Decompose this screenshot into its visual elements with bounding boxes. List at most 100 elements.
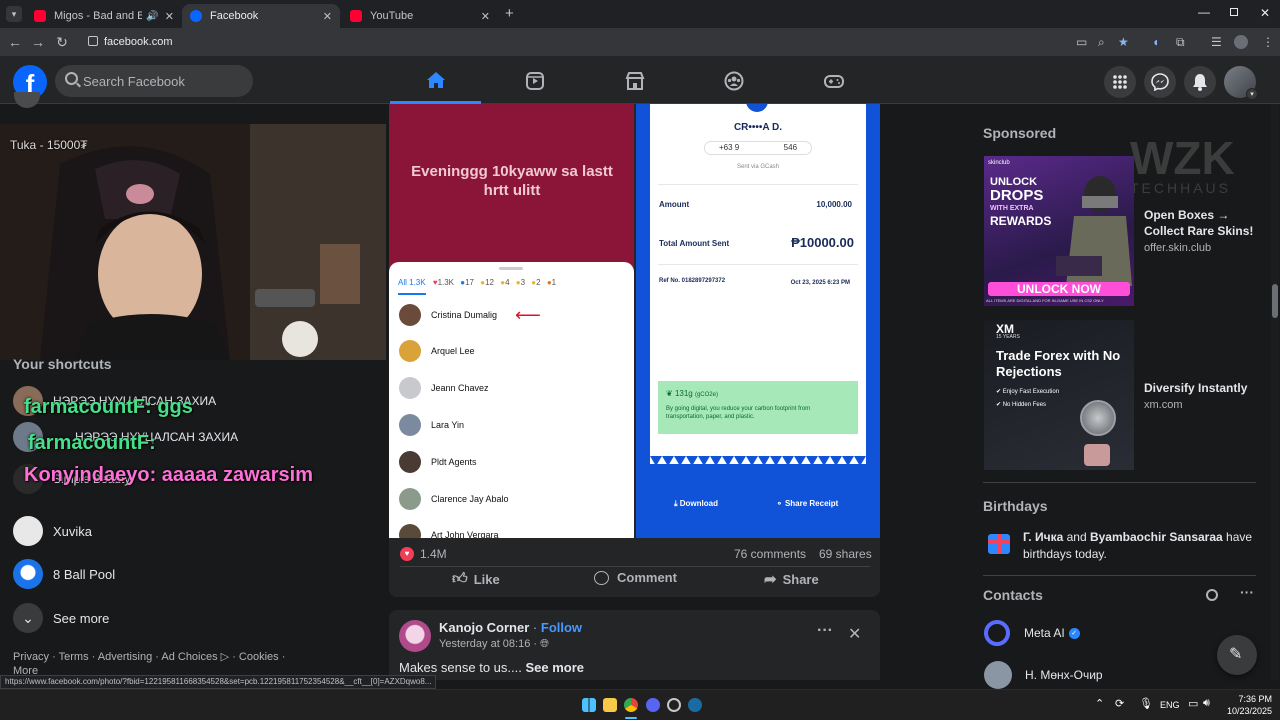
tab-sad[interactable]: 2 — [536, 278, 540, 287]
shares-count[interactable]: 69 shares — [819, 547, 872, 561]
terms-link[interactable]: Terms — [59, 651, 89, 663]
share-button[interactable]: ➦ Share — [764, 570, 819, 588]
tab-haha[interactable]: 4 — [505, 278, 509, 287]
extensions-puzzle-icon[interactable]: ⧉ — [1176, 35, 1185, 50]
tab-angry[interactable]: 1 — [552, 278, 556, 287]
reactor-row[interactable]: Art John Vergara — [399, 524, 499, 538]
close-window-button[interactable]: ✕ — [1260, 6, 1270, 20]
tab-heart[interactable]: 1.3K — [438, 278, 454, 287]
gaming-icon[interactable] — [824, 71, 844, 91]
privacy-link[interactable]: Privacy — [13, 651, 49, 663]
shortcut-item[interactable]: Xuvika — [13, 516, 92, 546]
network-icon[interactable]: ▭ — [1188, 697, 1198, 710]
marketplace-icon[interactable] — [625, 71, 645, 91]
address-bar[interactable]: facebook.com — [82, 30, 1142, 54]
ad-title[interactable]: Open Boxes → Collect Rare Skins! — [1144, 207, 1270, 239]
scrollbar-thumb[interactable] — [1272, 284, 1278, 318]
clock[interactable]: 7:36 PM 10/23/2025 — [1222, 693, 1272, 717]
reactor-row[interactable]: Lara Yin — [399, 414, 464, 436]
bookmark-star-icon[interactable]: ★ — [1118, 35, 1129, 49]
profile-avatar[interactable] — [1234, 35, 1248, 49]
see-more-link[interactable]: See more — [525, 660, 584, 675]
back-button[interactable]: ← — [6, 34, 24, 50]
shortcut-item[interactable]: 8 Ball Pool — [13, 559, 115, 589]
reactor-row[interactable]: Pldt Agents — [399, 451, 477, 473]
ad-title[interactable]: Diversify Instantly — [1144, 380, 1270, 396]
post-image-left[interactable]: Eveninggg 10kyaww sa lastt hrtt ulitt Al… — [389, 104, 634, 538]
menu-kebab-icon[interactable]: ⋮ — [1262, 35, 1274, 49]
ad-url[interactable]: offer.skin.club — [1144, 242, 1211, 254]
notifications-button[interactable] — [1184, 66, 1216, 98]
tab-search-button[interactable]: ▾ — [6, 6, 22, 22]
new-tab-button[interactable]: + — [505, 5, 514, 22]
comments-count[interactable]: 76 comments — [734, 547, 806, 561]
file-explorer-icon[interactable] — [603, 698, 617, 712]
menu-button[interactable] — [1104, 66, 1136, 98]
tray-chevron-icon[interactable]: ⌃ — [1095, 697, 1104, 710]
close-tab-icon[interactable]: ✕ — [165, 10, 174, 23]
tab-all[interactable]: All 1.3K — [398, 278, 426, 287]
nav-home[interactable] — [390, 56, 481, 104]
reactor-row[interactable]: Cristina Dumalig ⟵ — [399, 304, 541, 326]
post-options-icon[interactable]: ··· — [817, 622, 833, 640]
ad-image-skinclub[interactable]: skinclub UNLOCK DROPS WITH EXTRA REWARDS… — [984, 156, 1134, 306]
extension-icon[interactable]: ◖ — [1152, 35, 1159, 49]
video-icon[interactable] — [525, 71, 545, 91]
reactor-row[interactable]: Jeann Chavez — [399, 377, 489, 399]
tab-facebook[interactable]: Facebook ✕ — [182, 4, 340, 28]
author-name[interactable]: Kanojo Corner — [439, 620, 529, 635]
reactor-row[interactable]: Arquel Lee — [399, 340, 475, 362]
share-receipt-button[interactable]: ⚬ Share Receipt — [776, 499, 838, 508]
discord-icon[interactable] — [646, 698, 660, 712]
contacts-search-icon[interactable] — [1206, 589, 1218, 601]
close-tab-icon[interactable]: ✕ — [481, 10, 490, 23]
hide-post-icon[interactable]: ✕ — [848, 624, 861, 644]
messenger-button[interactable] — [1144, 66, 1176, 98]
zoom-icon[interactable]: ⌕ — [1098, 35, 1105, 50]
like-button[interactable]: 👍︎ Like — [452, 570, 500, 588]
new-message-button[interactable]: ✎ — [1217, 635, 1257, 675]
page-scrollbar[interactable] — [1271, 104, 1279, 680]
follow-link[interactable]: Follow — [541, 620, 582, 635]
reload-button[interactable]: ↻ — [53, 34, 71, 51]
contacts-options-icon[interactable]: ··· — [1240, 584, 1254, 600]
reactor-row[interactable]: Clarence Jay Abalo — [399, 488, 509, 510]
forward-button[interactable]: → — [29, 34, 47, 50]
audio-icon[interactable]: 🔊 — [146, 11, 158, 22]
tab-care[interactable]: 3 — [521, 278, 525, 287]
search-input[interactable]: Search Facebook — [55, 65, 253, 97]
see-more-button[interactable]: ⌄ See more — [13, 603, 109, 633]
groups-icon[interactable] — [724, 71, 744, 91]
ad-choices-link[interactable]: Ad Choices — [161, 651, 217, 663]
birthday-text[interactable]: Г. Ичка and Byambaochir Sansaraa have bi… — [1023, 529, 1258, 563]
post-image-right[interactable]: CR••••A D. +63 9 546 Sent via GCash Amou… — [636, 104, 880, 538]
language-indicator[interactable]: ENG — [1160, 700, 1180, 710]
restore-button[interactable] — [1230, 8, 1238, 16]
comment-button[interactable]: Comment — [594, 570, 677, 585]
tab-youtube[interactable]: YouTube ✕ — [342, 4, 498, 28]
reading-list-icon[interactable]: ☰ — [1211, 35, 1222, 49]
tab-wow[interactable]: 12 — [485, 278, 494, 287]
ad-url[interactable]: xm.com — [1144, 399, 1183, 411]
volume-icon[interactable]: 🔊︎ — [1203, 697, 1210, 710]
site-info-icon[interactable] — [88, 36, 98, 46]
close-tab-icon[interactable]: ✕ — [323, 10, 332, 23]
cookies-link[interactable]: Cookies — [239, 651, 279, 663]
contact-item[interactable]: Meta AI ✓ — [984, 620, 1080, 646]
ad-image-xm[interactable]: XM 15 YEARS Trade Forex with No Rejectio… — [984, 320, 1134, 470]
cast-icon[interactable]: ▭ — [1076, 35, 1087, 49]
account-avatar[interactable]: ▾ — [1224, 66, 1258, 100]
steam-icon[interactable] — [688, 698, 702, 712]
reactions-summary[interactable]: ♥ 1.4M — [400, 547, 447, 561]
mic-icon[interactable]: 🎙︎ — [1139, 697, 1153, 710]
sync-icon[interactable]: ⟳ — [1115, 697, 1124, 710]
tab-migos[interactable]: Migos - Bad and Boujee ft L 🔊 ✕ — [26, 4, 182, 28]
app-icon[interactable] — [667, 698, 681, 712]
author-avatar[interactable] — [399, 620, 431, 652]
windows-start-icon[interactable] — [582, 698, 596, 712]
contact-item[interactable]: Н. Мөнх-Очир — [984, 661, 1103, 689]
minimize-button[interactable]: — — [1198, 5, 1210, 19]
tab-like[interactable]: 17 — [465, 278, 474, 287]
advertising-link[interactable]: Advertising — [98, 651, 152, 663]
chrome-icon[interactable] — [624, 698, 638, 712]
